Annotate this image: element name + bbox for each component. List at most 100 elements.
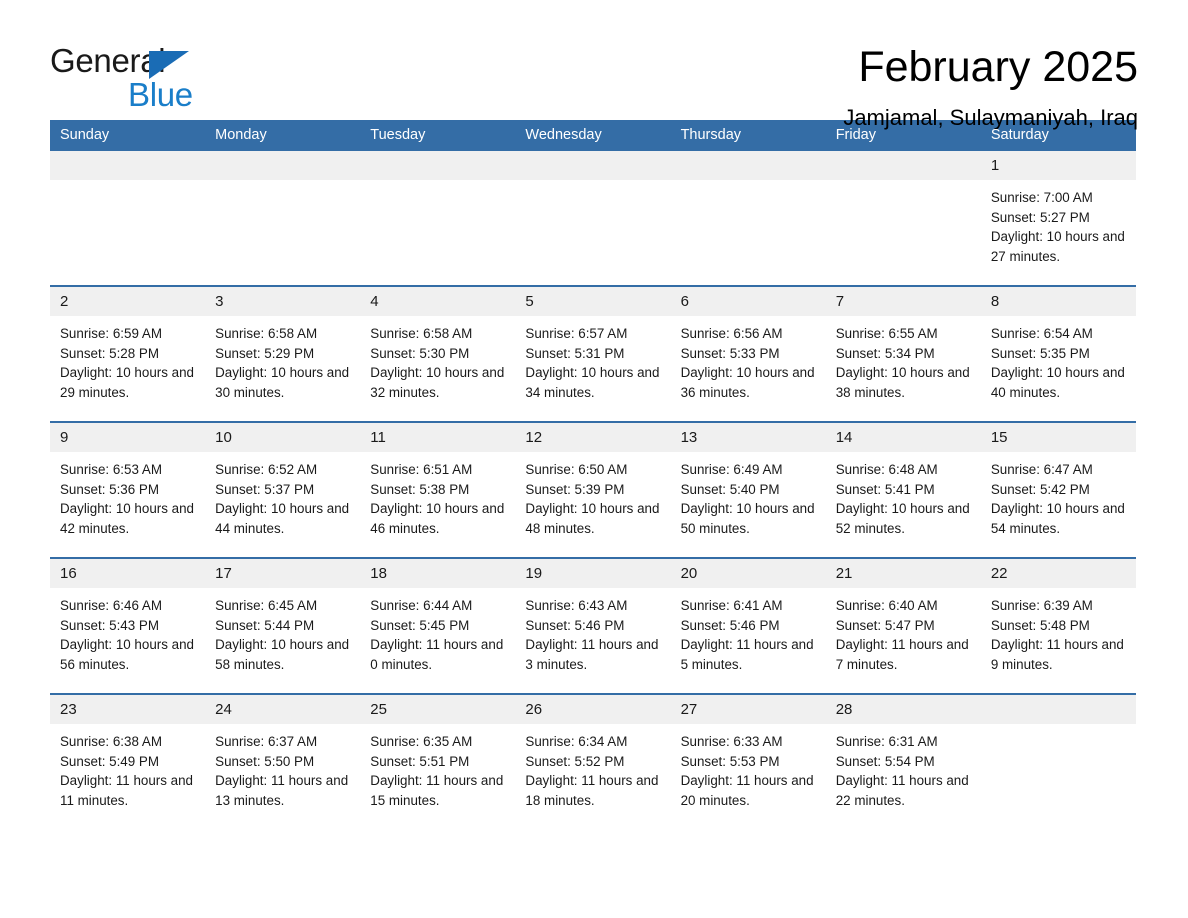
sunrise-text: Sunrise: 6:56 AM <box>680 326 783 341</box>
day-cell-inner: 16 Sunrise: 6:46 AM Sunset: 5:43 PM Dayligh… <box>50 559 206 693</box>
sunrise-text: Sunrise: 6:39 AM <box>990 598 1093 613</box>
day-number <box>360 151 516 180</box>
daylight-text: Daylight: 10 hours and 54 minutes. <box>990 501 1125 537</box>
day-info: Sunrise: 6:47 AM Sunset: 5:42 PM Daylight:… <box>981 452 1136 539</box>
sunrise-text: Sunrise: 6:57 AM <box>525 326 628 341</box>
day-cell-inner <box>50 151 206 285</box>
generalblue-logo[interactable]: General Blue <box>50 42 200 112</box>
calendar-day-cell[interactable]: 6 Sunrise: 6:56 AM Sunset: 5:33 PM Daylight… <box>670 285 826 422</box>
daylight-text: Daylight: 10 hours and 52 minutes. <box>835 501 970 537</box>
day-number: 6 <box>670 287 826 316</box>
day-cell-inner: 12 Sunrise: 6:50 AM Sunset: 5:39 PM Dayligh… <box>515 423 671 557</box>
sunrise-text: Sunrise: 6:54 AM <box>990 326 1093 341</box>
calendar-day-cell[interactable]: 8 Sunrise: 6:54 AM Sunset: 5:35 PM Daylight… <box>980 285 1136 422</box>
calendar-day-cell[interactable]: 10 Sunrise: 6:52 AM Sunset: 5:37 PM Dayligh… <box>205 421 361 558</box>
calendar-day-cell[interactable]: 25 Sunrise: 6:35 AM Sunset: 5:51 PM Dayligh… <box>360 693 516 829</box>
day-number: 13 <box>670 423 826 452</box>
calendar-day-cell[interactable]: 9 Sunrise: 6:53 AM Sunset: 5:36 PM Daylight… <box>50 421 206 558</box>
daylight-text: Daylight: 10 hours and 32 minutes. <box>370 365 505 401</box>
daylight-text: Daylight: 10 hours and 48 minutes. <box>525 501 660 537</box>
calendar-day-cell[interactable]: 22 Sunrise: 6:39 AM Sunset: 5:48 PM Dayligh… <box>980 557 1136 694</box>
day-number: 22 <box>980 559 1136 588</box>
daylight-text: Daylight: 10 hours and 50 minutes. <box>680 501 815 537</box>
sunrise-text: Sunrise: 6:41 AM <box>680 598 783 613</box>
calendar-day-cell[interactable]: 23 Sunrise: 6:38 AM Sunset: 5:49 PM Dayligh… <box>50 693 206 829</box>
sunrise-text: Sunrise: 6:52 AM <box>215 462 318 477</box>
sunrise-text: Sunrise: 6:49 AM <box>680 462 783 477</box>
day-info: Sunrise: 6:52 AM Sunset: 5:37 PM Daylight:… <box>205 452 360 539</box>
daylight-text: Daylight: 11 hours and 7 minutes. <box>835 637 969 673</box>
day-cell-inner <box>980 695 1136 829</box>
sunrise-text: Sunrise: 6:45 AM <box>215 598 318 613</box>
day-info: Sunrise: 6:57 AM Sunset: 5:31 PM Daylight:… <box>515 316 670 403</box>
day-cell-inner: 3 Sunrise: 6:58 AM Sunset: 5:29 PM Daylight… <box>205 287 361 421</box>
day-number: 20 <box>670 559 826 588</box>
sunrise-text: Sunrise: 6:48 AM <box>835 462 938 477</box>
day-cell-inner: 19 Sunrise: 6:43 AM Sunset: 5:46 PM Dayligh… <box>515 559 671 693</box>
calendar-day-cell[interactable]: 4 Sunrise: 6:58 AM Sunset: 5:30 PM Daylight… <box>360 285 516 422</box>
calendar-day-cell[interactable]: 13 Sunrise: 6:49 AM Sunset: 5:40 PM Dayligh… <box>670 421 826 558</box>
calendar-day-cell[interactable]: 3 Sunrise: 6:58 AM Sunset: 5:29 PM Daylight… <box>205 285 361 422</box>
day-info: Sunrise: 6:51 AM Sunset: 5:38 PM Daylight:… <box>360 452 515 539</box>
sunset-text: Sunset: 5:46 PM <box>680 617 780 633</box>
calendar-day-cell[interactable]: 18 Sunrise: 6:44 AM Sunset: 5:45 PM Dayligh… <box>360 557 516 694</box>
sunset-text: Sunset: 5:42 PM <box>990 481 1090 497</box>
sunset-text: Sunset: 5:37 PM <box>215 481 315 497</box>
day-info: Sunrise: 6:39 AM Sunset: 5:48 PM Daylight:… <box>981 588 1136 675</box>
weekday-header-sunday: Sunday <box>50 120 206 151</box>
calendar-day-cell[interactable]: 28 Sunrise: 6:31 AM Sunset: 5:54 PM Dayligh… <box>825 693 981 829</box>
sunrise-text: Sunrise: 6:51 AM <box>370 462 473 477</box>
sunrise-text: Sunrise: 6:37 AM <box>215 734 318 749</box>
day-cell-inner: 7 Sunrise: 6:55 AM Sunset: 5:34 PM Daylight… <box>825 287 981 421</box>
calendar-day-cell[interactable]: 15 Sunrise: 6:47 AM Sunset: 5:42 PM Dayligh… <box>980 421 1136 558</box>
day-number: 17 <box>205 559 361 588</box>
calendar-table: Sunday Monday Tuesday Wednesday Thursday Frid… <box>50 120 1136 829</box>
daylight-text: Daylight: 11 hours and 0 minutes. <box>370 637 504 673</box>
calendar-day-cell[interactable]: 12 Sunrise: 6:50 AM Sunset: 5:39 PM Dayligh… <box>515 421 671 558</box>
day-info: Sunrise: 6:44 AM Sunset: 5:45 PM Daylight:… <box>360 588 515 675</box>
calendar-day-cell[interactable]: 17 Sunrise: 6:45 AM Sunset: 5:44 PM Dayligh… <box>205 557 361 694</box>
calendar-day-cell[interactable]: 21 Sunrise: 6:40 AM Sunset: 5:47 PM Dayligh… <box>825 557 981 694</box>
calendar-day-cell[interactable]: 14 Sunrise: 6:48 AM Sunset: 5:41 PM Dayligh… <box>825 421 981 558</box>
weekday-header-thursday: Thursday <box>670 120 826 151</box>
calendar-day-cell[interactable]: 7 Sunrise: 6:55 AM Sunset: 5:34 PM Daylight… <box>825 285 981 422</box>
daylight-text: Daylight: 10 hours and 42 minutes. <box>60 501 194 537</box>
calendar-week-row: 1 Sunrise: 7:00 AM Sunset: 5:27 PM Daylight… <box>50 151 1136 286</box>
daylight-text: Daylight: 11 hours and 15 minutes. <box>370 773 504 809</box>
sunset-text: Sunset: 5:34 PM <box>835 345 935 361</box>
calendar-day-cell[interactable]: 1 Sunrise: 7:00 AM Sunset: 5:27 PM Daylight… <box>980 151 1136 286</box>
sunset-text: Sunset: 5:47 PM <box>835 617 935 633</box>
calendar-day-cell[interactable]: 11 Sunrise: 6:51 AM Sunset: 5:38 PM Dayligh… <box>360 421 516 558</box>
day-info: Sunrise: 6:34 AM Sunset: 5:52 PM Daylight:… <box>515 724 670 811</box>
sunrise-text: Sunrise: 6:46 AM <box>60 598 162 613</box>
sunset-text: Sunset: 5:54 PM <box>835 753 935 769</box>
calendar-day-cell[interactable]: 27 Sunrise: 6:33 AM Sunset: 5:53 PM Dayligh… <box>670 693 826 829</box>
sunrise-text: Sunrise: 6:47 AM <box>990 462 1093 477</box>
day-info: Sunrise: 6:37 AM Sunset: 5:50 PM Daylight:… <box>205 724 360 811</box>
calendar-day-cell[interactable]: 19 Sunrise: 6:43 AM Sunset: 5:46 PM Dayligh… <box>515 557 671 694</box>
calendar-day-cell[interactable]: 20 Sunrise: 6:41 AM Sunset: 5:46 PM Dayligh… <box>670 557 826 694</box>
sunrise-text: Sunrise: 7:00 AM <box>990 190 1093 205</box>
day-info: Sunrise: 6:49 AM Sunset: 5:40 PM Daylight:… <box>671 452 826 539</box>
calendar-day-cell[interactable]: 2 Sunrise: 6:59 AM Sunset: 5:28 PM Daylight… <box>50 285 206 422</box>
sunrise-text: Sunrise: 6:43 AM <box>525 598 628 613</box>
calendar-cell-empty <box>205 151 361 286</box>
calendar-day-cell[interactable]: 5 Sunrise: 6:57 AM Sunset: 5:31 PM Daylight… <box>515 285 671 422</box>
sunset-text: Sunset: 5:52 PM <box>525 753 625 769</box>
sunrise-text: Sunrise: 6:44 AM <box>370 598 473 613</box>
daylight-text: Daylight: 10 hours and 44 minutes. <box>215 501 350 537</box>
day-info: Sunrise: 6:40 AM Sunset: 5:47 PM Daylight:… <box>826 588 981 675</box>
sunrise-text: Sunrise: 6:34 AM <box>525 734 628 749</box>
calendar-day-cell[interactable]: 16 Sunrise: 6:46 AM Sunset: 5:43 PM Dayligh… <box>50 557 206 694</box>
day-number: 23 <box>50 695 206 724</box>
calendar-day-cell[interactable]: 26 Sunrise: 6:34 AM Sunset: 5:52 PM Dayligh… <box>515 693 671 829</box>
sunset-text: Sunset: 5:38 PM <box>370 481 470 497</box>
title-block: February 2025 Jamjamal, Sulaymaniyah, Ir… <box>843 42 1138 133</box>
day-cell-inner: 26 Sunrise: 6:34 AM Sunset: 5:52 PM Dayligh… <box>515 695 671 829</box>
daylight-text: Daylight: 11 hours and 3 minutes. <box>525 637 659 673</box>
day-cell-inner: 24 Sunrise: 6:37 AM Sunset: 5:50 PM Dayligh… <box>205 695 361 829</box>
day-cell-inner: 10 Sunrise: 6:52 AM Sunset: 5:37 PM Dayligh… <box>205 423 361 557</box>
day-info: Sunrise: 6:50 AM Sunset: 5:39 PM Daylight:… <box>515 452 670 539</box>
calendar-cell-empty <box>825 151 981 286</box>
calendar-day-cell[interactable]: 24 Sunrise: 6:37 AM Sunset: 5:50 PM Dayligh… <box>205 693 361 829</box>
